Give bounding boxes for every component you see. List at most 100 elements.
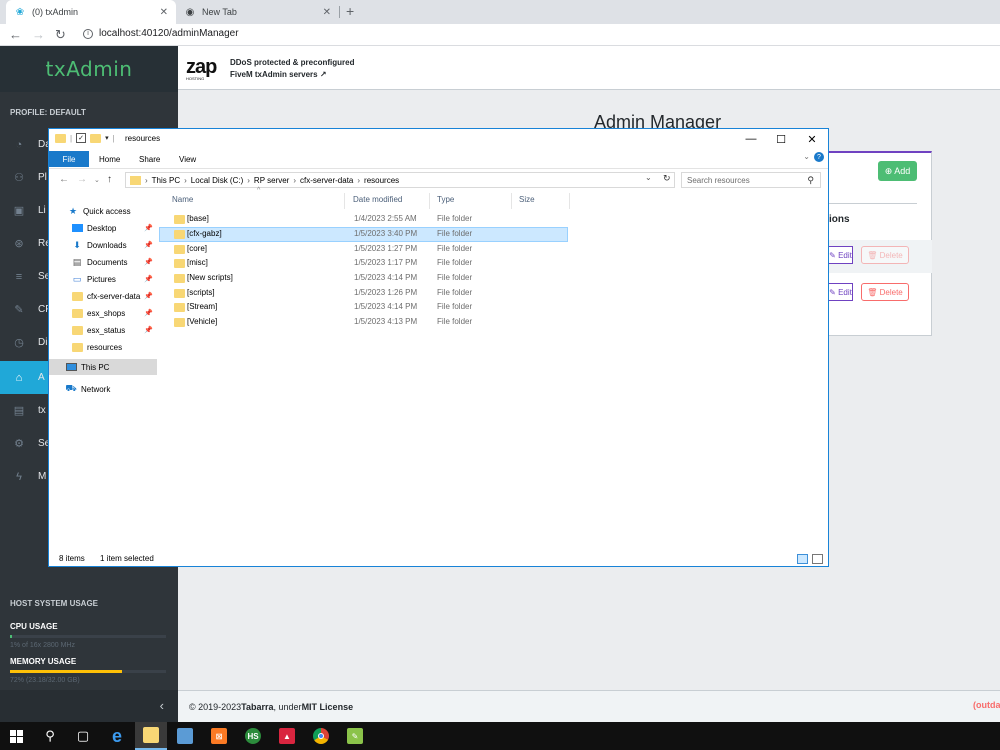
chrome-button[interactable] bbox=[305, 722, 337, 750]
nav-cfx-server-data[interactable]: cfx-server-data 📌 bbox=[49, 288, 157, 304]
nav-pictures[interactable]: ▭ Pictures 📌 bbox=[49, 271, 157, 287]
properties-icon[interactable]: ✓ bbox=[76, 133, 87, 143]
new-tab-icon[interactable]: + bbox=[346, 3, 354, 19]
pin-icon[interactable]: 📌 bbox=[144, 241, 153, 249]
path-dropdown-icon[interactable]: ⌄ bbox=[645, 173, 652, 182]
explorer-title-bar[interactable]: | ✓ ▾ | resources — ☐ ✕ bbox=[49, 129, 828, 149]
folder-icon bbox=[130, 175, 141, 185]
close-tab-icon[interactable]: ✕ bbox=[160, 7, 168, 18]
column-header-size[interactable]: Size bbox=[519, 195, 535, 204]
up-arrow-icon[interactable]: ↑ bbox=[107, 174, 112, 185]
path-bar[interactable]: › This PC › Local Disk (C:) › RP server … bbox=[125, 172, 675, 188]
start-button[interactable] bbox=[0, 722, 32, 750]
breadcrumb-this-pc[interactable]: This PC bbox=[152, 176, 180, 185]
column-header-name[interactable]: Name bbox=[172, 195, 193, 204]
close-tab-icon[interactable]: ✕ bbox=[323, 7, 331, 18]
xampp-button[interactable]: ⊠ bbox=[203, 722, 235, 750]
new-folder-icon[interactable] bbox=[90, 133, 102, 143]
browser-tab-newtab[interactable]: ◉ New Tab ✕ bbox=[176, 0, 339, 24]
column-divider[interactable] bbox=[344, 193, 345, 209]
pin-icon[interactable]: 📌 bbox=[144, 224, 153, 232]
file-row-new-scripts[interactable]: [New scripts] 1/5/2023 4:14 PM File folder bbox=[159, 271, 568, 286]
customize-toolbar-icon[interactable]: ▾ bbox=[105, 134, 109, 142]
nav-label: resources bbox=[87, 342, 123, 352]
nav-quick-access[interactable]: ★ Quick access bbox=[49, 203, 157, 219]
search-input[interactable]: Search resources ⚲ bbox=[681, 172, 821, 188]
file-explorer-button[interactable] bbox=[135, 722, 167, 750]
memory-usage-bar bbox=[10, 670, 166, 673]
notepadpp-button[interactable]: ✎ bbox=[339, 722, 371, 750]
recent-locations-icon[interactable]: ⌄ bbox=[94, 176, 100, 184]
file-row-base[interactable]: [base] 1/4/2023 2:55 AM File folder bbox=[159, 212, 568, 227]
browser-tab-txadmin[interactable]: ❀ (0) txAdmin ✕ bbox=[6, 0, 176, 24]
url-field[interactable]: i localhost:40120/adminManager bbox=[83, 28, 239, 39]
sidebar-minimizer[interactable]: ‹ bbox=[0, 690, 178, 722]
refresh-icon[interactable]: ↻ bbox=[663, 173, 671, 184]
pin-icon[interactable]: 📌 bbox=[144, 292, 153, 300]
brand-logo[interactable]: txAdmin bbox=[0, 46, 178, 92]
outdated-warning[interactable]: (outda bbox=[973, 700, 1000, 710]
breadcrumb-rp-server[interactable]: RP server bbox=[254, 176, 289, 185]
file-row-stream[interactable]: [Stream] 1/5/2023 4:14 PM File folder bbox=[159, 300, 568, 315]
nav-documents[interactable]: ▤ Documents 📌 bbox=[49, 254, 157, 270]
pin-icon[interactable]: 📌 bbox=[144, 326, 153, 334]
promo-link[interactable]: DDoS protected & preconfigured FiveM txA… bbox=[230, 57, 354, 81]
nav-esx-status[interactable]: esx_status 📌 bbox=[49, 322, 157, 338]
back-icon[interactable]: ← bbox=[9, 27, 22, 42]
tab-file[interactable]: File bbox=[49, 151, 89, 167]
hs-button[interactable]: HS bbox=[237, 722, 269, 750]
edit-admin-button[interactable]: ✎ Edit bbox=[829, 283, 853, 301]
app-button[interactable] bbox=[169, 722, 201, 750]
file-row-misc[interactable]: [misc] 1/5/2023 1:17 PM File folder bbox=[159, 256, 568, 271]
nav-downloads[interactable]: ⬇ Downloads 📌 bbox=[49, 237, 157, 253]
large-icons-view-icon[interactable] bbox=[812, 554, 823, 564]
column-divider[interactable] bbox=[429, 193, 430, 209]
file-row-cfx-gabz[interactable]: [cfx-gabz] 1/5/2023 3:40 PM File folder bbox=[159, 227, 568, 242]
file-row-vehicle[interactable]: [Vehicle] 1/5/2023 4:13 PM File folder bbox=[159, 315, 568, 330]
help-icon[interactable]: ? bbox=[814, 152, 824, 162]
taskbar-search-button[interactable]: ⚲ bbox=[34, 722, 66, 750]
maximize-icon[interactable]: ☐ bbox=[766, 131, 796, 147]
site-info-icon[interactable]: i bbox=[83, 28, 93, 39]
footer-author[interactable]: Tabarra bbox=[241, 702, 273, 712]
list-icon: ≡ bbox=[15, 270, 23, 283]
nav-desktop[interactable]: Desktop 📌 bbox=[49, 220, 157, 236]
breadcrumb-resources[interactable]: resources bbox=[364, 176, 399, 185]
breadcrumb-local-disk[interactable]: Local Disk (C:) bbox=[191, 176, 243, 185]
close-icon[interactable]: ✕ bbox=[797, 131, 827, 147]
details-view-icon[interactable] bbox=[797, 554, 808, 564]
task-view-button[interactable]: ▢ bbox=[67, 722, 99, 750]
pin-icon[interactable]: 📌 bbox=[144, 309, 153, 317]
add-admin-button[interactable]: ⊕ Add bbox=[878, 161, 917, 181]
tab-share[interactable]: Share bbox=[129, 151, 170, 167]
nav-resources[interactable]: resources bbox=[49, 339, 157, 355]
file-row-scripts[interactable]: [scripts] 1/5/2023 1:26 PM File folder bbox=[159, 286, 568, 301]
back-arrow-icon[interactable]: ← bbox=[59, 174, 69, 185]
pin-icon[interactable]: 📌 bbox=[144, 258, 153, 266]
app-red-button[interactable]: ▲ bbox=[271, 722, 303, 750]
edit-admin-button[interactable]: ✎ Edit bbox=[829, 246, 853, 264]
column-header-date[interactable]: Date modified bbox=[353, 195, 402, 204]
reload-icon[interactable]: ↻ bbox=[55, 27, 66, 43]
file-name: [misc] bbox=[187, 258, 208, 267]
footer-license[interactable]: MIT License bbox=[302, 702, 354, 712]
breadcrumb-cfx-server-data[interactable]: cfx-server-data bbox=[300, 176, 353, 185]
tab-home[interactable]: Home bbox=[89, 151, 130, 167]
pin-icon[interactable]: 📌 bbox=[144, 275, 153, 283]
edge-button[interactable]: e bbox=[101, 722, 133, 750]
column-divider[interactable] bbox=[511, 193, 512, 209]
chrome-favicon-icon: ◉ bbox=[185, 6, 195, 18]
nav-esx-shops[interactable]: esx_shops 📌 bbox=[49, 305, 157, 321]
file-row-core[interactable]: [core] 1/5/2023 1:27 PM File folder bbox=[159, 242, 568, 257]
minimize-icon[interactable]: — bbox=[736, 131, 766, 147]
column-header-type[interactable]: Type bbox=[437, 195, 454, 204]
delete-admin-button[interactable]: 🗑 Delete bbox=[861, 283, 909, 301]
nav-network[interactable]: ⛟ Network bbox=[49, 381, 157, 397]
forward-icon[interactable]: → bbox=[32, 27, 45, 42]
nav-this-pc[interactable]: This PC bbox=[49, 359, 157, 375]
file-type: File folder bbox=[437, 317, 473, 326]
tab-view[interactable]: View bbox=[169, 151, 206, 167]
expand-ribbon-icon[interactable]: ⌄ bbox=[803, 152, 810, 161]
column-divider[interactable] bbox=[569, 193, 570, 209]
forward-arrow-icon[interactable]: → bbox=[77, 174, 87, 185]
